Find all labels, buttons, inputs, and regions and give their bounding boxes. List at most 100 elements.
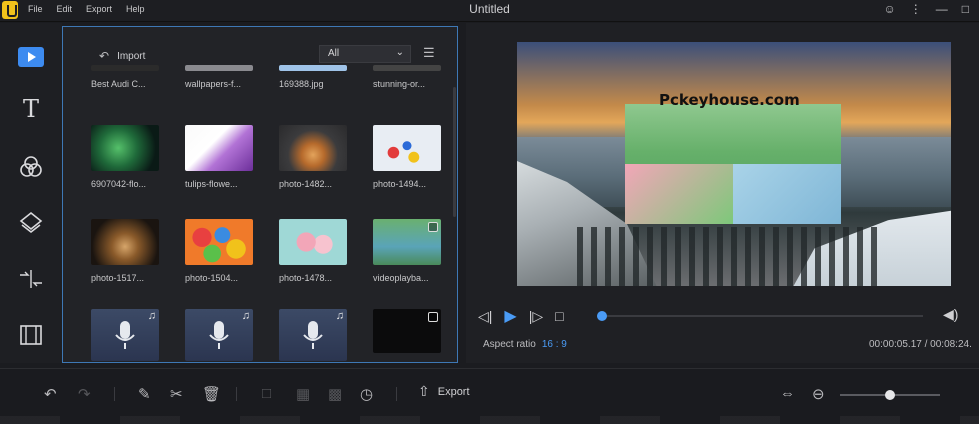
app-logo-icon	[2, 1, 18, 19]
music-note-icon: ♫	[147, 310, 156, 322]
sidebar-transitions-tab[interactable]	[0, 253, 62, 305]
media-item-name: Best Audi C...	[91, 79, 146, 89]
media-item-name: photo-1478...	[279, 273, 333, 283]
minimize-icon[interactable]: —	[936, 2, 948, 16]
crop-icon[interactable]: □	[262, 385, 271, 402]
text-icon: T	[22, 95, 39, 123]
media-item[interactable]: photo-1517...	[91, 219, 159, 283]
sidebar: T	[0, 23, 62, 363]
filters-icon	[20, 156, 42, 177]
media-scrollbar[interactable]	[453, 87, 456, 217]
playback-progress-bar[interactable]	[597, 311, 923, 321]
media-item[interactable]: 6907042-flo...	[91, 125, 159, 189]
media-item-name: photo-1517...	[91, 273, 145, 283]
media-item[interactable]: photo-1504...	[185, 219, 253, 283]
redo-icon[interactable]: ↷	[78, 385, 91, 403]
duration-clock-icon[interactable]: ◷	[360, 385, 373, 403]
timeline-zoom-slider[interactable]	[840, 390, 940, 400]
sidebar-elements-tab[interactable]	[0, 309, 62, 361]
export-label: Export	[437, 385, 470, 398]
stop-icon[interactable]: □	[555, 308, 563, 324]
scissors-icon[interactable]: ✂	[170, 385, 183, 403]
media-item[interactable]: photo-1478...	[279, 219, 347, 283]
media-item[interactable]: ♫	[279, 309, 347, 361]
media-item[interactable]: stunning-or...	[373, 65, 441, 89]
media-item[interactable]: videoplayba...	[373, 219, 441, 283]
media-item[interactable]	[373, 309, 441, 361]
mosaic-icon[interactable]: ▦	[296, 385, 310, 403]
menu-export[interactable]: Export	[86, 4, 112, 14]
freeze-frame-icon[interactable]: ▩	[328, 385, 342, 403]
window-controls: ☺ ⋮ — □	[883, 2, 969, 16]
import-button[interactable]: ↶ Import	[99, 49, 145, 63]
film-icon	[20, 325, 42, 345]
media-row: 6907042-flo... tulips-flowe... photo-148…	[91, 125, 441, 189]
export-icon: ⇧	[418, 383, 430, 399]
timecode: 00:00:05.17 / 00:08:24.	[869, 339, 972, 350]
player-controls: ◁| ▶ |▷ □	[478, 306, 564, 326]
media-item-name: videoplayba...	[373, 273, 429, 283]
volume-icon[interactable]: ◀)	[943, 306, 958, 323]
chevron-down-icon: ⌄	[395, 47, 404, 58]
overlay-clip[interactable]	[625, 104, 841, 224]
media-item[interactable]: wallpapers-f...	[185, 65, 253, 89]
import-label: Import	[117, 50, 146, 62]
trash-icon[interactable]: 🗑	[202, 385, 221, 403]
media-icon	[18, 47, 44, 67]
fit-timeline-icon[interactable]: ⇔	[780, 385, 795, 402]
sidebar-media-tab[interactable]	[0, 31, 62, 83]
import-icon: ↶	[99, 49, 110, 63]
media-item[interactable]: 169388.jpg	[279, 65, 347, 89]
media-item-name: photo-1494...	[373, 179, 427, 189]
timeline-ruler	[0, 416, 979, 424]
transitions-icon	[20, 270, 42, 288]
media-item-name: tulips-flowe...	[185, 179, 238, 189]
media-item[interactable]: photo-1482...	[279, 125, 347, 189]
menu-bar: File Edit Export Help	[28, 4, 145, 14]
media-item-name: wallpapers-f...	[185, 79, 242, 89]
watermark-text: Pckeyhouse.com	[659, 91, 800, 109]
aspect-ratio: Aspect ratio 16 : 9	[483, 339, 567, 350]
zoom-out-icon[interactable]: ⊖	[812, 385, 825, 403]
media-row: photo-1517... photo-1504... photo-1478..…	[91, 219, 441, 283]
window-title: Untitled	[469, 2, 510, 16]
aspect-ratio-value[interactable]: 16 : 9	[542, 339, 567, 350]
media-row: ♫ ♫ ♫	[91, 309, 441, 361]
sidebar-text-tab[interactable]: T	[0, 83, 62, 135]
video-badge-icon	[428, 312, 438, 322]
aspect-ratio-label: Aspect ratio	[483, 339, 536, 350]
video-preview[interactable]	[517, 42, 951, 286]
layers-icon	[19, 211, 43, 234]
play-icon[interactable]: ▶	[504, 306, 516, 326]
undo-icon[interactable]: ↶	[44, 385, 57, 403]
menu-file[interactable]: File	[28, 4, 43, 14]
list-view-icon[interactable]: ☰	[423, 45, 435, 61]
filter-value: All	[328, 48, 340, 59]
media-item-name: 169388.jpg	[279, 79, 324, 89]
export-button[interactable]: ⇧ Export	[418, 383, 470, 400]
media-row: Best Audi C... wallpapers-f... 169388.jp…	[91, 65, 441, 89]
music-note-icon: ♫	[241, 310, 250, 322]
more-options-icon[interactable]: ⋮	[910, 2, 922, 16]
account-icon[interactable]: ☺	[883, 2, 895, 16]
media-item[interactable]: ♫	[185, 309, 253, 361]
zoom-slider-knob[interactable]	[885, 390, 895, 400]
sidebar-overlays-tab[interactable]	[0, 197, 62, 249]
media-item[interactable]: ♫	[91, 309, 159, 361]
media-item-name: photo-1482...	[279, 179, 333, 189]
next-frame-icon[interactable]: |▷	[529, 308, 543, 325]
maximize-icon[interactable]: □	[962, 2, 969, 16]
media-item-name: photo-1504...	[185, 273, 239, 283]
media-filter-select[interactable]: All ⌄	[319, 45, 411, 63]
media-item[interactable]: photo-1494...	[373, 125, 441, 189]
previous-frame-icon[interactable]: ◁|	[478, 308, 492, 325]
music-note-icon: ♫	[335, 310, 344, 322]
media-item[interactable]: tulips-flowe...	[185, 125, 253, 189]
playhead-knob[interactable]	[597, 311, 607, 321]
edit-pencil-icon[interactable]: ✎	[138, 385, 151, 403]
media-item-name: stunning-or...	[373, 79, 426, 89]
menu-help[interactable]: Help	[126, 4, 145, 14]
menu-edit[interactable]: Edit	[57, 4, 73, 14]
media-item[interactable]: Best Audi C...	[91, 65, 159, 89]
sidebar-filters-tab[interactable]	[0, 141, 62, 193]
